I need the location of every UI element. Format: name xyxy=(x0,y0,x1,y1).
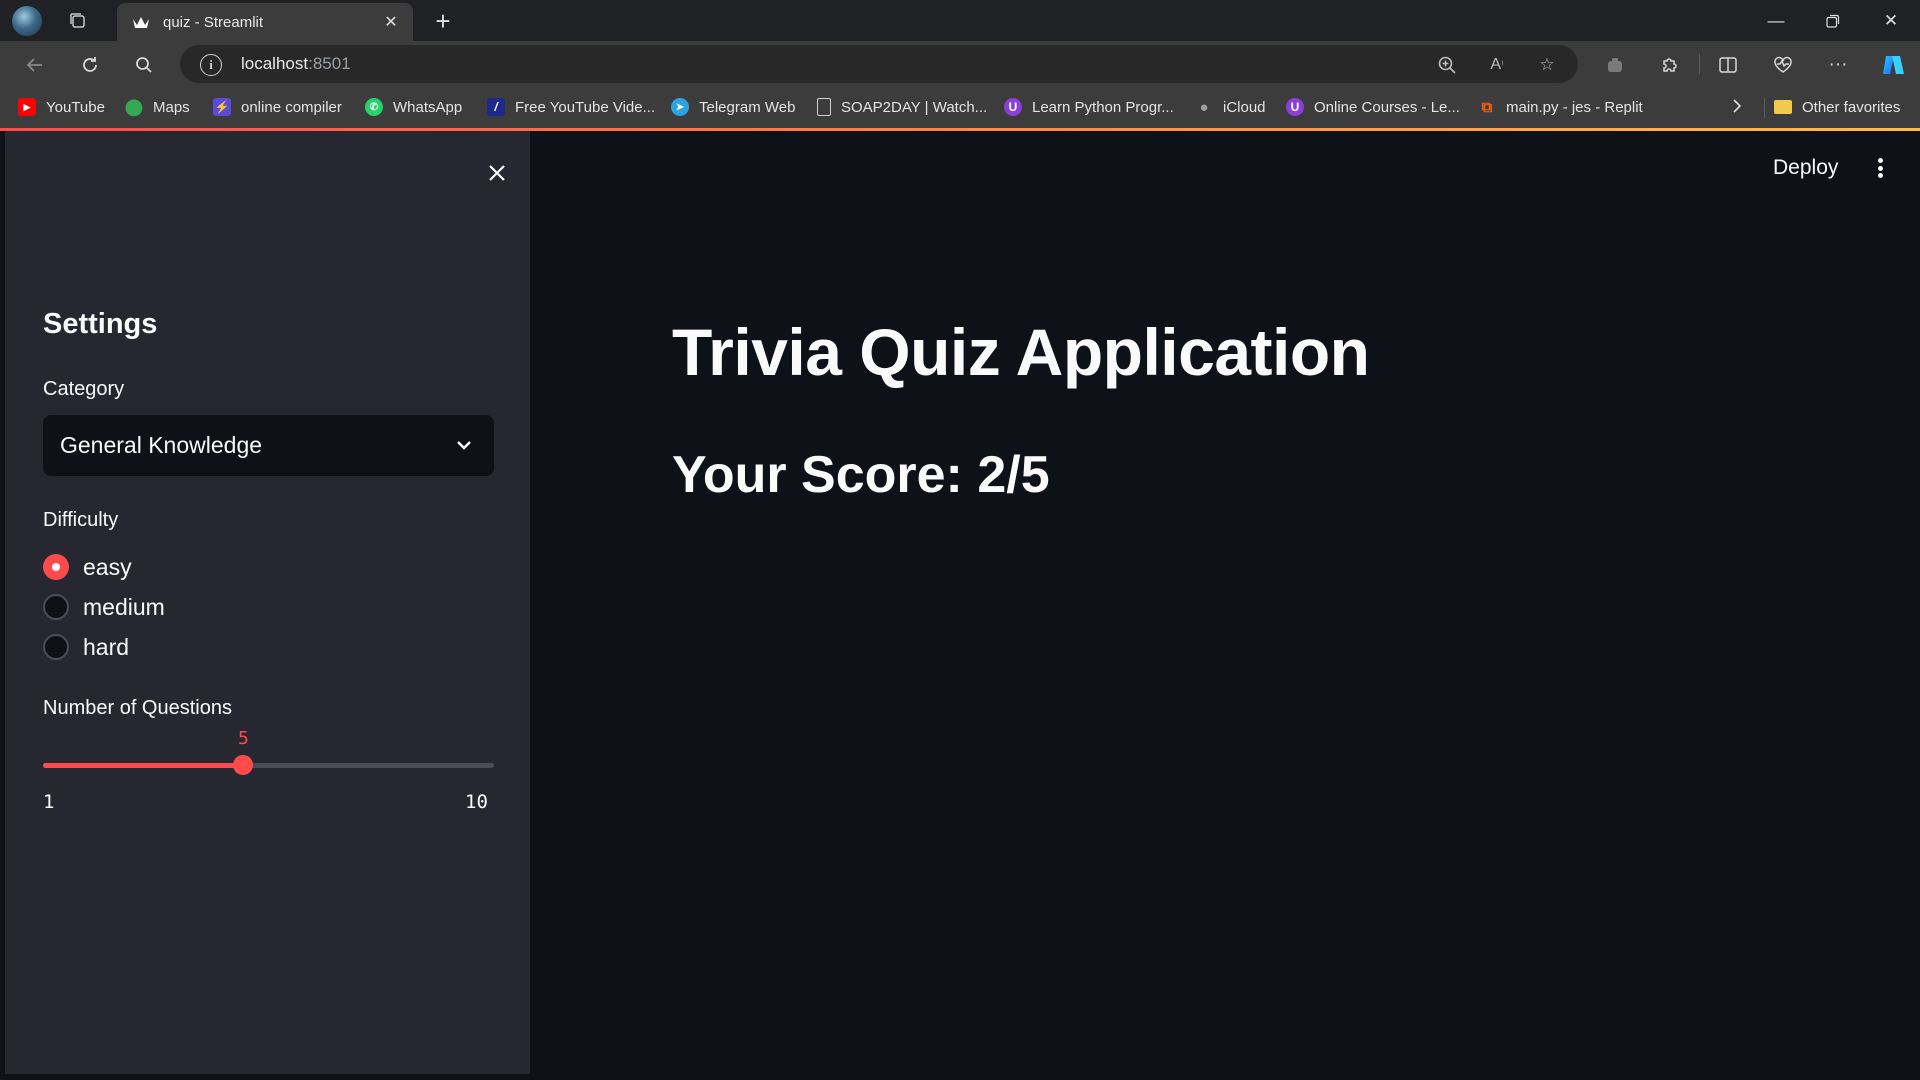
read-aloud-icon[interactable]: A ⁾ xyxy=(1485,53,1509,77)
extensions-puzzle-icon[interactable] xyxy=(1655,50,1685,80)
radio-selected-icon xyxy=(43,554,69,580)
bookmark-maps[interactable]: ⬤ Maps xyxy=(125,97,190,117)
bookmark-telegram-web[interactable]: ➤ Telegram Web xyxy=(671,97,795,117)
search-icon[interactable] xyxy=(129,50,159,80)
main-content: Deploy Trivia Quiz Application Your Scor… xyxy=(530,131,1920,1074)
bookmark-label: Learn Python Progr... xyxy=(1032,98,1174,116)
youtube-icon: ▶ xyxy=(18,98,36,116)
bookmark-label: YouTube xyxy=(46,98,105,116)
page-icon xyxy=(817,98,831,116)
browser-tab-active[interactable]: quiz - Streamlit ✕ xyxy=(117,3,413,41)
profile-avatar-icon[interactable] xyxy=(12,6,42,36)
slider-min-label: 1 xyxy=(43,791,55,813)
bookmark-online-courses[interactable]: U Online Courses - Le... xyxy=(1286,97,1460,117)
deploy-button[interactable]: Deploy xyxy=(1773,156,1838,180)
chevron-down-icon xyxy=(454,435,474,455)
back-arrow-icon[interactable] xyxy=(20,50,50,80)
bookmark-label: Other favorites xyxy=(1802,98,1901,116)
zoom-icon[interactable] xyxy=(1435,53,1459,77)
difficulty-label: Difficulty xyxy=(43,509,119,531)
bookmark-youtube[interactable]: ▶ YouTube xyxy=(18,97,105,117)
bookmark-label: WhatsApp xyxy=(393,98,463,116)
telegram-icon: ➤ xyxy=(671,98,689,116)
score-heading: Your Score: 2/5 xyxy=(672,446,1050,504)
bookmark-learn-python[interactable]: U Learn Python Progr... xyxy=(1004,97,1174,117)
tab-title: quiz - Streamlit xyxy=(163,13,264,31)
bookmark-icloud[interactable]: ● iCloud xyxy=(1195,97,1266,117)
bookmark-other-favorites[interactable]: Other favorites xyxy=(1774,97,1900,117)
bookmark-replit[interactable]: ⧉ main.py - jes - Replit xyxy=(1478,97,1643,117)
browser-essentials-icon[interactable] xyxy=(1768,50,1798,80)
sidebar: Settings Category General Knowledge Diff… xyxy=(5,131,530,1074)
slider-thumb[interactable] xyxy=(233,755,254,775)
bookmark-label: online compiler xyxy=(241,98,342,116)
bookmark-label: Maps xyxy=(153,98,190,116)
category-label: Category xyxy=(43,378,125,400)
url-host: localhost xyxy=(241,54,309,73)
folder-icon xyxy=(1774,100,1792,114)
bookmark-label: iCloud xyxy=(1223,98,1266,116)
toolbar-divider xyxy=(1699,54,1700,74)
slider-fill xyxy=(43,763,244,768)
sidebar-close-icon[interactable] xyxy=(481,157,513,189)
video-icon: / xyxy=(487,98,505,116)
radio-option-hard[interactable]: hard xyxy=(43,632,129,662)
bookmark-label: SOAP2DAY | Watch... xyxy=(841,98,988,116)
browser-toolbar: i localhost:8501 A ⁾ ☆ ··· xyxy=(0,41,1920,87)
replit-icon: ⧉ xyxy=(1481,98,1493,116)
bookmarks-bar: ▶ YouTube ⬤ Maps ⚡ online compiler ✆ Wha… xyxy=(0,87,1920,128)
course-icon: U xyxy=(1004,98,1022,116)
apple-icon: ● xyxy=(1199,98,1209,116)
copilot-icon[interactable] xyxy=(1878,50,1908,80)
bookmark-label: Telegram Web xyxy=(699,98,796,116)
slider-current-value: 5 xyxy=(238,728,249,749)
questions-slider[interactable] xyxy=(43,755,494,775)
more-options-icon[interactable]: ··· xyxy=(1823,50,1853,80)
page-title: Trivia Quiz Application xyxy=(672,315,1370,389)
streamlit-favicon-icon xyxy=(132,13,150,31)
main-menu-kebab-icon[interactable] xyxy=(1875,155,1885,181)
new-tab-button[interactable]: + xyxy=(428,6,458,36)
slider-max-label: 10 xyxy=(465,791,488,813)
site-info-icon[interactable]: i xyxy=(200,54,222,76)
radio-option-easy[interactable]: easy xyxy=(43,552,132,582)
minimize-window-icon[interactable]: — xyxy=(1748,0,1804,41)
bookmarks-overflow-chevron-icon[interactable] xyxy=(1731,98,1743,119)
radio-option-medium[interactable]: medium xyxy=(43,592,165,622)
category-select[interactable]: General Knowledge xyxy=(43,415,494,476)
whatsapp-icon: ✆ xyxy=(365,98,383,116)
bookmark-label: main.py - jes - Replit xyxy=(1506,98,1643,116)
tab-actions-icon[interactable] xyxy=(63,6,93,36)
radio-unselected-icon xyxy=(43,634,69,660)
close-window-icon[interactable]: ✕ xyxy=(1863,0,1919,41)
bookmark-free-youtube-video[interactable]: / Free YouTube Vide... xyxy=(487,97,655,117)
split-screen-icon[interactable] xyxy=(1713,50,1743,80)
bookmark-label: Free YouTube Vide... xyxy=(515,98,656,116)
radio-unselected-icon xyxy=(43,594,69,620)
radio-label: hard xyxy=(83,633,130,660)
bookmarks-divider xyxy=(1764,98,1765,118)
reload-icon[interactable] xyxy=(75,50,105,80)
compiler-icon: ⚡ xyxy=(213,98,231,116)
address-bar[interactable]: i localhost:8501 A ⁾ ☆ xyxy=(180,45,1578,83)
bookmark-label: Online Courses - Le... xyxy=(1314,98,1460,116)
bookmark-online-compiler[interactable]: ⚡ online compiler xyxy=(213,97,342,117)
bookmark-whatsapp[interactable]: ✆ WhatsApp xyxy=(365,97,462,117)
course-icon: U xyxy=(1286,98,1304,116)
url-text: localhost:8501 xyxy=(241,54,351,74)
radio-label: medium xyxy=(83,593,165,620)
restore-window-icon[interactable] xyxy=(1805,0,1861,41)
favorite-star-icon[interactable]: ☆ xyxy=(1535,53,1559,77)
copilot-extension-icon[interactable] xyxy=(1600,50,1630,80)
radio-label: easy xyxy=(83,553,132,580)
browser-tab-bar: quiz - Streamlit ✕ + — ✕ xyxy=(0,0,1920,41)
bookmark-soap2day[interactable]: SOAP2DAY | Watch... xyxy=(817,97,987,117)
maps-icon: ⬤ xyxy=(125,99,143,116)
category-selected-value: General Knowledge xyxy=(60,432,263,458)
url-port: :8501 xyxy=(308,54,351,73)
sidebar-heading: Settings xyxy=(43,308,158,340)
questions-label: Number of Questions xyxy=(43,697,232,719)
tab-close-icon[interactable]: ✕ xyxy=(381,12,401,32)
